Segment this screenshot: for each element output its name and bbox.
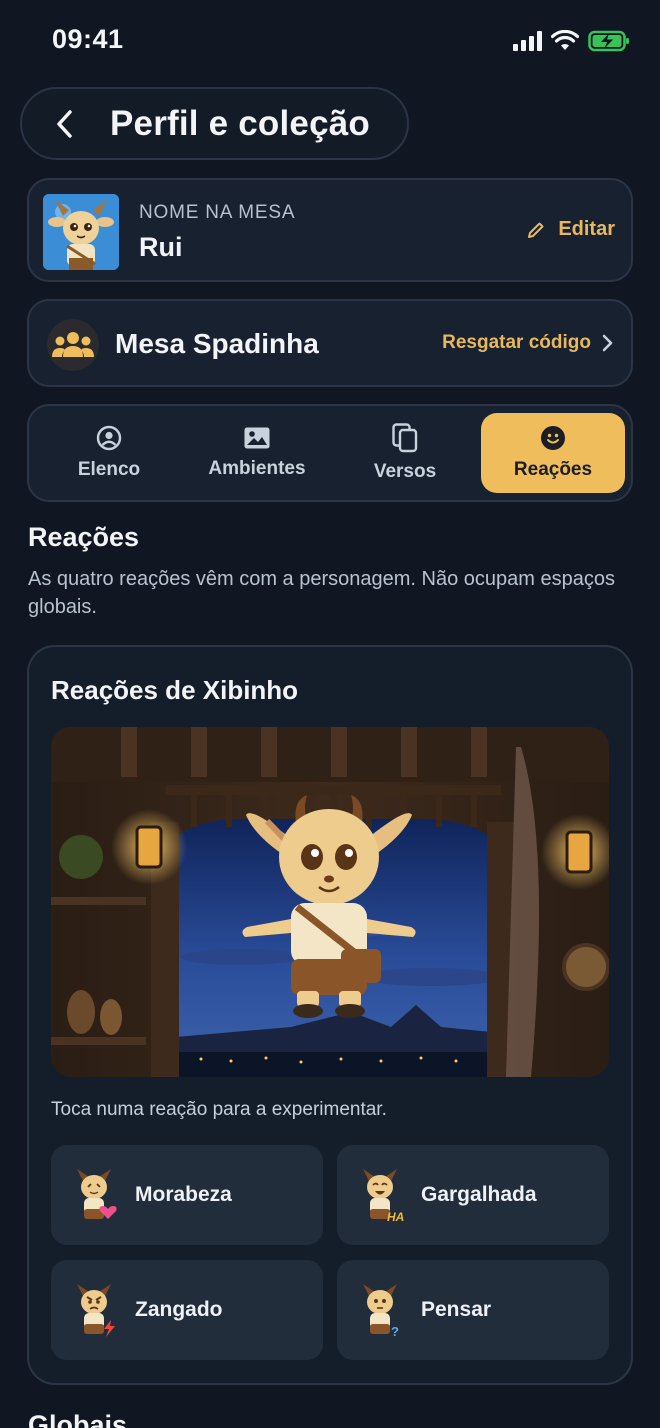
tab-elenco[interactable]: Elenco (37, 413, 181, 493)
goat-laughing-icon: HA (363, 1169, 404, 1223)
tab-versos[interactable]: Versos (333, 413, 477, 493)
tab-label: Elenco (77, 459, 141, 480)
reaction-label: Morabeza (135, 1183, 232, 1206)
copy-icon (392, 423, 418, 453)
status-time: 09:41 (52, 24, 124, 54)
section-globais-title: Globais (28, 1410, 128, 1428)
svg-text:?: ? (391, 1324, 399, 1338)
section-title: Reações (28, 522, 140, 552)
smiley-icon (541, 426, 565, 450)
group-icon (47, 319, 99, 371)
back-button[interactable] (32, 91, 98, 157)
redeem-label: Resgatar código (442, 332, 591, 353)
tab-label: Ambientes (208, 458, 306, 479)
tab-reacoes[interactable]: Reações (481, 413, 625, 493)
chevron-left-icon (57, 109, 72, 138)
reaction-gargalhada-button[interactable]: HA Gargalhada (337, 1145, 609, 1245)
status-bar: 09:41 (0, 0, 660, 84)
character-preview-image (51, 727, 609, 1077)
reaction-label: Pensar (421, 1298, 492, 1321)
redeem-code-button[interactable]: Resgatar código (442, 332, 613, 354)
reaction-morabeza-button[interactable]: Morabeza (51, 1145, 323, 1245)
chevron-right-icon (602, 334, 613, 352)
tab-bar: Elenco Ambientes Versos Reações (27, 404, 633, 502)
mesa-name: Mesa Spadinha (115, 328, 319, 359)
mesa-card[interactable]: Mesa Spadinha Resgatar código (27, 299, 633, 387)
profile-label: NOME NA MESA (139, 202, 296, 223)
pencil-icon (528, 222, 544, 238)
reaction-zangado-button[interactable]: Zangado (51, 1260, 323, 1360)
edit-label: Editar (558, 218, 615, 240)
avatar (43, 194, 119, 270)
header-bar: Perfil e coleção (20, 87, 409, 160)
reactions-hint: Toca numa reação para a experimentar. (51, 1099, 387, 1120)
reaction-label: Gargalhada (421, 1183, 537, 1206)
profile-name: Rui (139, 232, 183, 262)
tab-label: Reações (513, 459, 593, 480)
wifi-icon (551, 30, 579, 50)
page-title: Perfil e coleção (110, 103, 370, 143)
section-description: As quatro reações vêm com a personagem. … (28, 568, 615, 618)
goat-thinking-icon: ? (363, 1284, 399, 1338)
edit-button[interactable]: Editar (526, 218, 615, 241)
status-icons (513, 30, 630, 52)
image-icon (244, 427, 270, 449)
svg-text:HA: HA (387, 1210, 404, 1223)
goat-heart-icon (77, 1169, 117, 1219)
tab-ambientes[interactable]: Ambientes (185, 413, 329, 493)
tab-label: Versos (373, 461, 437, 482)
person-circle-icon (96, 425, 122, 451)
reaction-pensar-button[interactable]: ? Pensar (337, 1260, 609, 1360)
battery-charging-icon (588, 30, 629, 52)
profile-card: NOME NA MESA Rui Editar (27, 178, 633, 282)
reaction-label: Zangado (135, 1298, 223, 1321)
goat-angry-icon (77, 1284, 115, 1337)
reactions-title: Reações de Xibinho (51, 675, 299, 705)
cellular-signal-icon (513, 31, 542, 51)
reactions-card: Reações de Xibinho Toca numa reação para… (27, 645, 633, 1385)
